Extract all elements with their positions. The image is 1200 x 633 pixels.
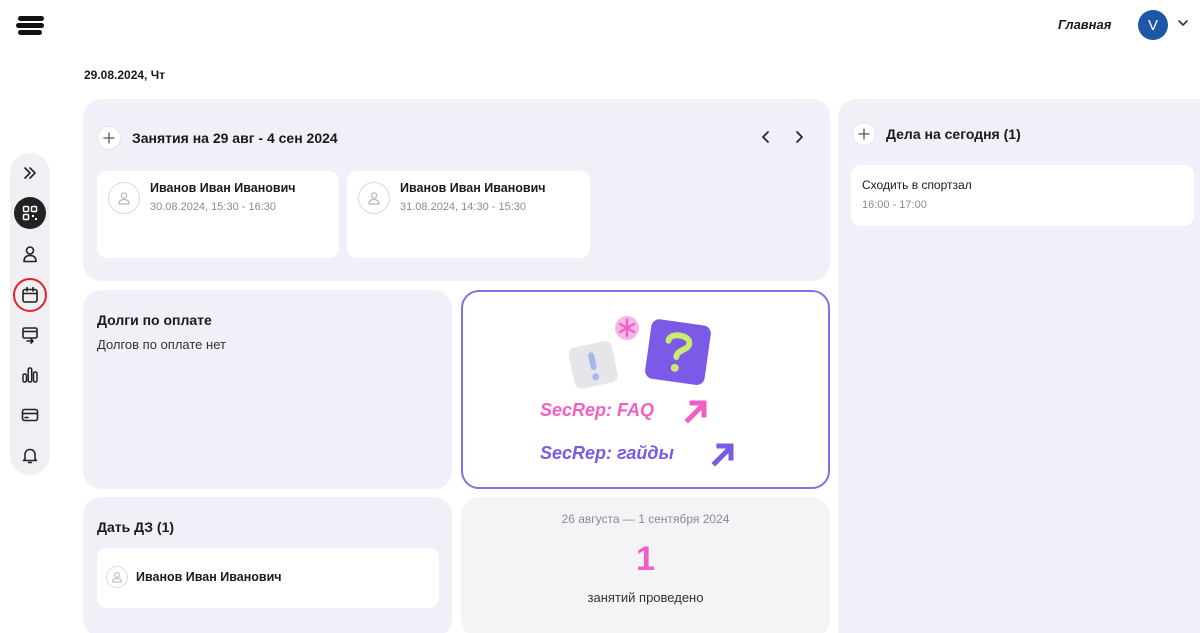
lessons-title: Занятия на 29 авг - 4 сен 2024 <box>132 130 338 146</box>
sidebar-expand[interactable] <box>10 157 50 189</box>
bell-icon <box>22 448 38 464</box>
stats-card: 26 августа — 1 сентября 2024 1 занятий п… <box>461 497 830 633</box>
sidebar-item-calendar[interactable] <box>10 278 50 312</box>
chevron-down-icon[interactable] <box>1176 16 1190 30</box>
debts-title: Долги по оплате <box>97 312 212 328</box>
stats-caption: занятий проведено <box>587 590 704 605</box>
arrow-up-right-icon <box>684 400 707 424</box>
todos-title: Дела на сегодня (1) <box>886 126 1021 142</box>
lesson-card[interactable]: Иванов Иван Иванович 30.08.2024, 15:30 -… <box>97 171 339 258</box>
sidebar-item-dashboard[interactable] <box>10 197 50 229</box>
add-todo-button[interactable] <box>852 122 876 146</box>
homework-student-name: Иванов Иван Иванович <box>136 570 282 584</box>
sidebar <box>10 153 50 475</box>
person-icon <box>358 182 390 214</box>
sidebar-item-statistics[interactable] <box>10 359 50 391</box>
current-date: 29.08.2024, Чт <box>84 68 166 82</box>
nav-home-link[interactable]: Главная <box>1058 17 1111 32</box>
lesson-card[interactable]: Иванов Иван Иванович 31.08.2024, 14:30 -… <box>347 171 590 258</box>
todo-time: 16:00 - 17:00 <box>862 199 927 211</box>
lessons-card: Занятия на 29 авг - 4 сен 2024 Иванов Ив… <box>83 99 830 281</box>
chevron-left-icon[interactable] <box>759 130 773 144</box>
debts-empty-text: Долгов по оплате нет <box>97 337 226 352</box>
sidebar-item-payments[interactable] <box>10 399 50 431</box>
expand-icon <box>24 167 36 179</box>
add-lesson-button[interactable] <box>97 126 121 150</box>
user-avatar[interactable]: V <box>1138 10 1168 40</box>
arrow-up-right-icon <box>711 443 734 467</box>
stats-count: 1 <box>636 540 655 578</box>
sidebar-item-transfers[interactable] <box>10 319 50 351</box>
chevron-right-icon[interactable] <box>792 130 806 144</box>
card-icon <box>21 408 39 422</box>
lesson-time: 31.08.2024, 14:30 - 15:30 <box>400 201 526 213</box>
homework-title: Дать ДЗ (1) <box>97 519 175 535</box>
todos-card: Дела на сегодня (1) Сходить в спортзал 1… <box>838 99 1200 633</box>
person-icon <box>106 566 128 588</box>
app-logo[interactable] <box>16 14 46 36</box>
lesson-student-name: Иванов Иван Иванович <box>400 181 546 195</box>
sidebar-item-notifications[interactable] <box>10 439 50 471</box>
stats-period: 26 августа — 1 сентября 2024 <box>561 512 730 526</box>
plus-icon <box>858 128 870 140</box>
dashboard-icon <box>22 205 38 221</box>
debts-card: Долги по оплате Долгов по оплате нет <box>83 290 452 489</box>
homework-item[interactable]: Иванов Иван Иванович <box>97 548 439 608</box>
guides-link[interactable]: SecRep: гайды <box>540 443 674 464</box>
lesson-student-name: Иванов Иван Иванович <box>150 181 296 195</box>
plus-icon <box>103 132 115 144</box>
faq-link[interactable]: SecRep: FAQ <box>540 400 654 421</box>
stats-icon <box>22 367 38 383</box>
faq-illustration-icon <box>568 316 711 389</box>
transfer-icon <box>22 327 38 344</box>
sidebar-item-students[interactable] <box>10 238 50 270</box>
lesson-time: 30.08.2024, 15:30 - 16:30 <box>150 201 276 213</box>
todo-item[interactable]: Сходить в спортзал 16:00 - 17:00 <box>851 165 1194 226</box>
faq-banner[interactable]: SecRep: FAQ SecRep: гайды <box>461 290 830 489</box>
person-icon <box>108 182 140 214</box>
todo-name: Сходить в спортзал <box>862 178 972 192</box>
user-icon <box>23 246 37 263</box>
calendar-icon <box>22 286 38 303</box>
homework-card: Дать ДЗ (1) Иванов Иван Иванович <box>83 497 452 633</box>
